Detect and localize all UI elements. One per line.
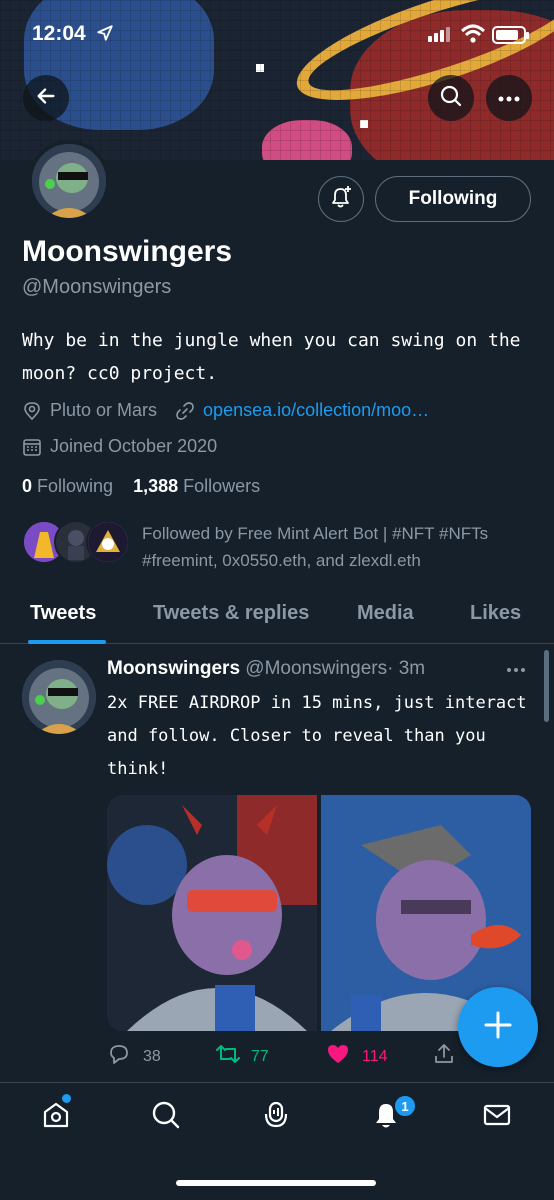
profile-tabs: Tweets Tweets & replies Media Likes xyxy=(0,590,554,644)
reply-icon xyxy=(107,1042,131,1071)
location-pin-icon xyxy=(22,401,42,421)
profile-name: Moonswingers xyxy=(22,235,233,268)
tweet-time: · 3m xyxy=(387,658,426,679)
follower-avatar xyxy=(86,520,130,564)
like-action[interactable]: 114 xyxy=(326,1042,388,1071)
tweet-image-1[interactable] xyxy=(107,795,317,1031)
profile-bio: Why be in the jungle when you can swing … xyxy=(22,330,521,384)
followers-count: 1,388 xyxy=(133,476,179,496)
followed-by-avatars[interactable] xyxy=(22,520,130,564)
retweet-icon xyxy=(215,1042,241,1071)
tab-likes[interactable]: Likes xyxy=(470,602,521,625)
status-time: 12:04 xyxy=(32,22,86,45)
following-stat[interactable]: 0 Following xyxy=(22,476,113,496)
arrow-left-icon xyxy=(35,85,57,112)
tab-media[interactable]: Media xyxy=(357,602,414,625)
nav-home[interactable] xyxy=(38,1099,74,1135)
cellular-signal-icon xyxy=(428,27,450,42)
profile-joined-date: Joined October 2020 xyxy=(50,436,218,456)
profile-handle: @Moonswingers xyxy=(22,276,172,298)
like-count: 114 xyxy=(362,1047,388,1065)
more-dots-icon xyxy=(506,656,526,678)
share-action[interactable] xyxy=(432,1042,456,1071)
tweet-text: 2x FREE AIRDROP in 15 mins, just interac… xyxy=(107,693,527,779)
tweet-header: Moonswingers @Moonswingers· 3m xyxy=(107,658,425,680)
share-icon xyxy=(432,1042,456,1071)
profile-avatar[interactable] xyxy=(28,140,110,222)
retweet-count: 77 xyxy=(251,1047,269,1065)
nav-spaces[interactable] xyxy=(258,1099,294,1135)
notifications-toggle-button[interactable] xyxy=(318,176,364,222)
tweet-author-avatar[interactable] xyxy=(22,660,96,734)
followers-stat[interactable]: 1,388 Followers xyxy=(133,476,260,496)
tweet-author-handle: @Moonswingers xyxy=(245,658,388,679)
home-indicator[interactable] xyxy=(176,1180,376,1186)
search-icon xyxy=(150,1099,182,1136)
search-icon xyxy=(439,84,463,113)
tab-tweets[interactable]: Tweets xyxy=(30,602,96,625)
follow-stats: 0 Following 1,388 Followers xyxy=(22,476,260,497)
calendar-icon xyxy=(22,437,42,457)
following-label: Following xyxy=(37,476,114,496)
reply-count: 38 xyxy=(143,1047,161,1065)
location-arrow-icon xyxy=(96,24,114,47)
link-icon xyxy=(175,401,195,421)
active-tab-indicator xyxy=(28,640,106,644)
following-button[interactable]: Following xyxy=(375,176,531,222)
retweet-action[interactable]: 77 xyxy=(215,1042,269,1071)
status-bar: 12:04 xyxy=(0,0,554,70)
home-new-content-dot xyxy=(62,1094,71,1103)
tweet-author-name[interactable]: Moonswingers xyxy=(107,658,240,679)
reply-action[interactable]: 38 xyxy=(107,1042,161,1071)
mail-icon xyxy=(481,1099,513,1136)
following-count: 0 xyxy=(22,476,33,496)
battery-icon xyxy=(492,26,529,44)
spaces-microphone-icon xyxy=(260,1099,292,1136)
nav-messages[interactable] xyxy=(479,1099,515,1135)
heart-filled-icon xyxy=(326,1042,350,1071)
search-button[interactable] xyxy=(428,75,474,121)
bell-plus-icon xyxy=(328,184,354,215)
plus-icon xyxy=(483,1010,513,1045)
compose-tweet-button[interactable] xyxy=(458,987,538,1067)
profile-joined-row: Joined October 2020 xyxy=(22,436,217,457)
more-dots-icon xyxy=(498,89,520,107)
profile-website-link[interactable]: opensea.io/collection/moo… xyxy=(203,400,429,421)
home-icon xyxy=(40,1099,72,1136)
tweet-more-button[interactable] xyxy=(506,656,526,679)
back-button[interactable] xyxy=(23,75,69,121)
tab-tweets-replies[interactable]: Tweets & replies xyxy=(153,602,309,625)
profile-meta-row: Pluto or Mars opensea.io/collection/moo… xyxy=(22,400,429,421)
followed-by-text[interactable]: Followed by Free Mint Alert Bot | #NFT #… xyxy=(142,520,542,574)
tweet-media[interactable] xyxy=(107,795,531,1031)
more-options-button[interactable] xyxy=(486,75,532,121)
wifi-icon xyxy=(460,24,486,49)
nav-search[interactable] xyxy=(148,1099,184,1135)
scrollbar[interactable] xyxy=(544,650,549,722)
profile-location: Pluto or Mars xyxy=(50,400,158,420)
notification-badge: 1 xyxy=(393,1094,417,1118)
followers-label: Followers xyxy=(183,476,261,496)
